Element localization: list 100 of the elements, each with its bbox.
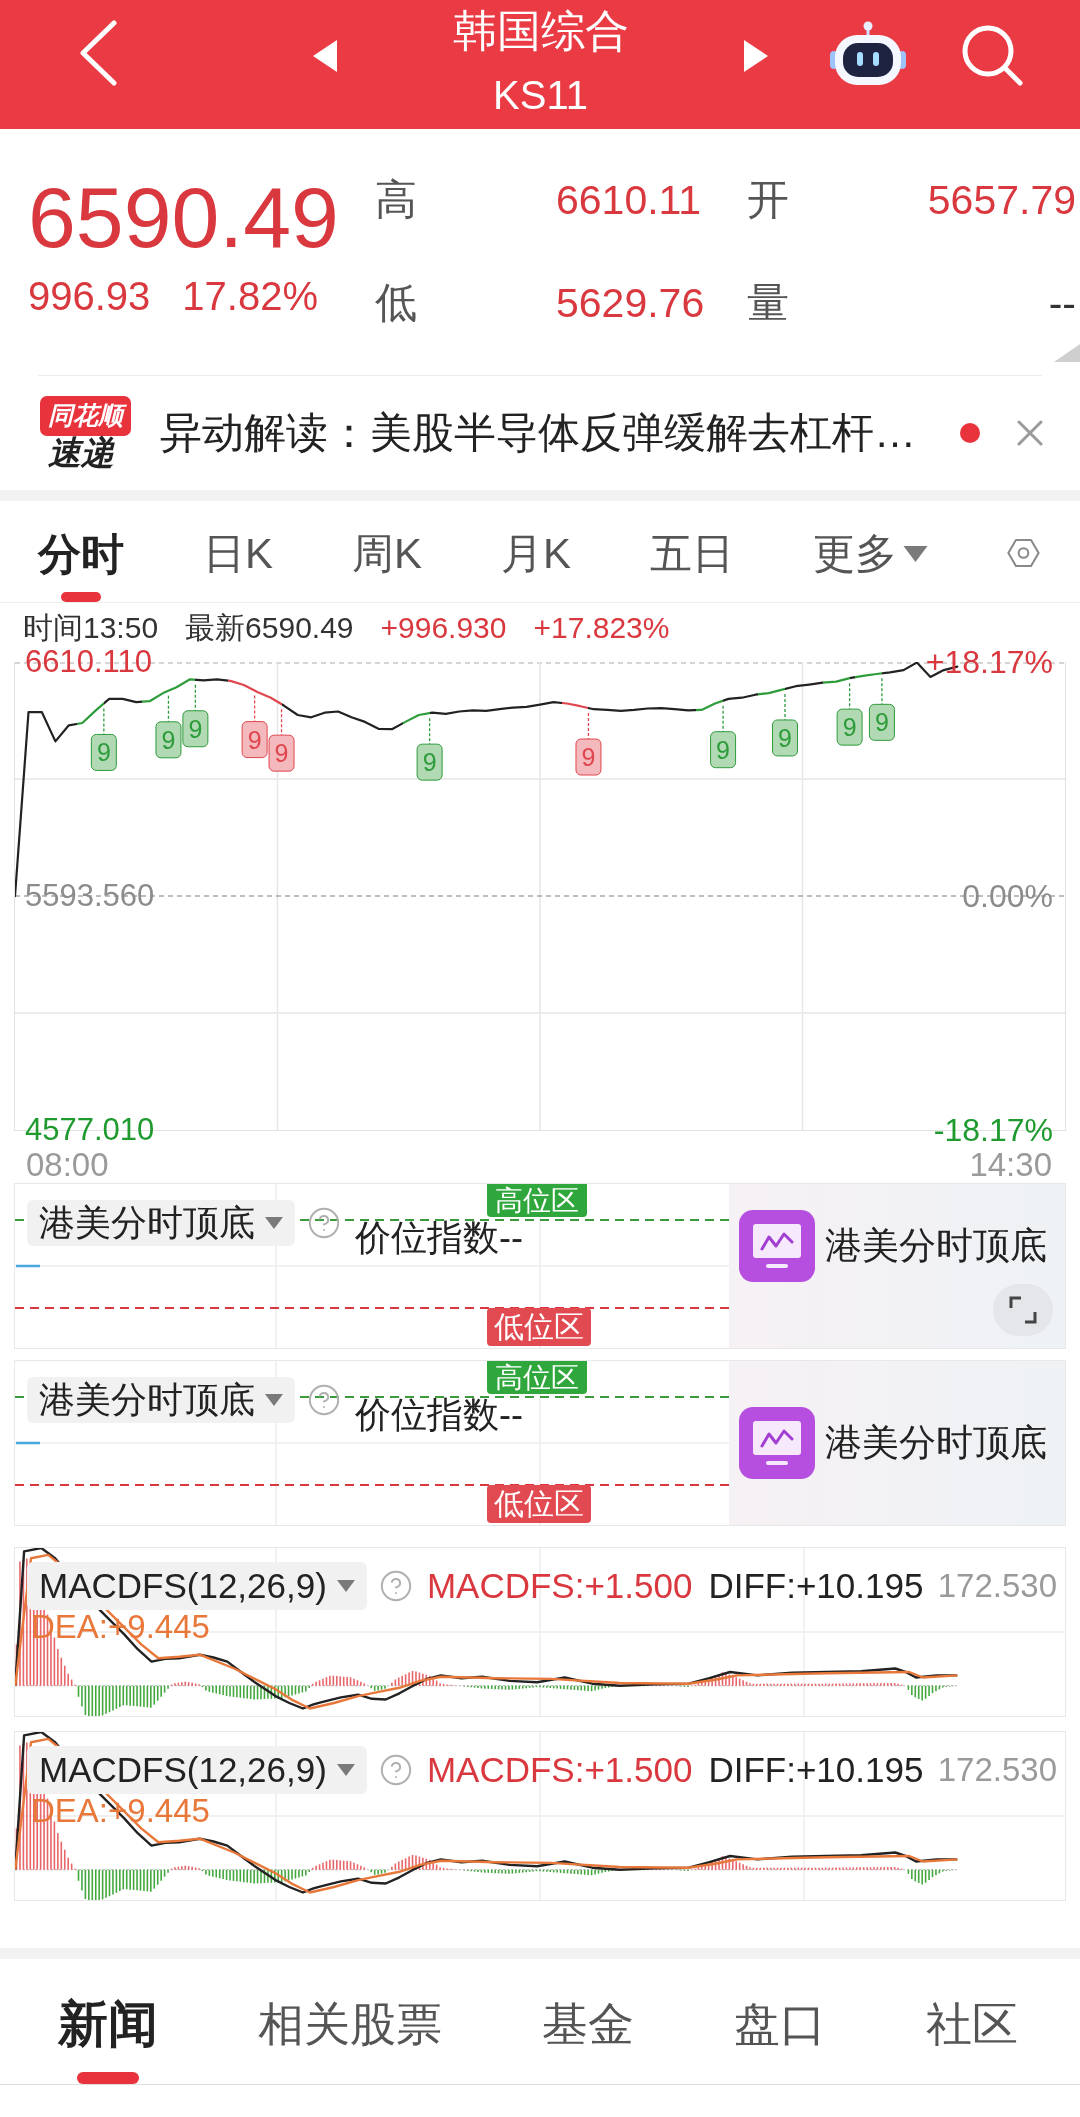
close-button[interactable] <box>1017 420 1043 446</box>
promo-title: 港美分时顶底 <box>825 1421 1047 1465</box>
quote-latest: 最新6590.49 <box>185 612 354 644</box>
annotation: 9 <box>842 713 857 742</box>
annotation: 9 <box>247 725 262 754</box>
signal-badge: 9 <box>90 733 117 771</box>
robot-icon[interactable] <box>830 21 906 87</box>
caret-icon <box>265 1394 283 1406</box>
section-tab[interactable]: 基金 <box>542 1959 634 2084</box>
stat-label: 开 <box>747 176 789 223</box>
price-axis-label: 4577.010 <box>25 1114 155 1146</box>
monitor-chart-icon <box>739 1407 815 1479</box>
high-zone-badge: 高位区 <box>487 1184 587 1217</box>
search-icon[interactable] <box>961 24 1023 86</box>
chart-tab[interactable]: 更多 <box>813 501 929 602</box>
macd-value: MACDFS:+1.500 <box>426 1750 693 1790</box>
annotation: 9 <box>161 725 176 754</box>
signal-badge: 9 <box>836 708 863 746</box>
indicator-line <box>16 1264 40 1268</box>
annotation: 9 <box>422 748 437 777</box>
section-tab[interactable]: 相关股票 <box>258 1959 442 2084</box>
high-zone-badge: 高位区 <box>487 1361 587 1394</box>
quote-change-percent: +17.823% <box>533 612 670 644</box>
time-axis-label: 14:30 <box>969 1149 1052 1181</box>
indicator-selector[interactable]: MACDFS(12,26,9) <box>27 1562 367 1610</box>
monitor-chart-icon <box>739 1210 815 1282</box>
back-icon <box>78 20 118 86</box>
chart-tab[interactable]: 五日 <box>650 501 735 602</box>
stat-value: 5657.79 <box>927 177 1076 223</box>
annotation: 9 <box>874 708 889 737</box>
low-zone-badge: 低位区 <box>487 1485 591 1523</box>
stat-value: -- <box>1048 280 1076 326</box>
expand-button[interactable] <box>993 1284 1053 1336</box>
percent-axis-label: 0.00% <box>962 880 1053 912</box>
indicator-line <box>16 1441 40 1445</box>
help-icon[interactable] <box>378 1569 413 1603</box>
news-headline[interactable]: 异动解读：美股半导体反弹缓解去杠杆… <box>160 408 916 458</box>
signal-badge: 9 <box>241 721 268 759</box>
last-price: 6590.49 <box>28 172 339 262</box>
close-icon <box>1017 420 1043 446</box>
quote-time: 时间13:50 <box>23 612 159 644</box>
signal-badge: 9 <box>772 719 798 757</box>
time-axis-label: 08:00 <box>26 1149 109 1181</box>
logo-subtitle: 速递 <box>48 436 114 470</box>
stat-value: 5629.76 <box>556 280 705 326</box>
indicator-reading: 价位指数-- <box>355 1218 523 1258</box>
right-triangle-icon[interactable] <box>744 40 768 72</box>
stat-label: 高 <box>375 176 417 223</box>
header-subtitle: KS11 <box>493 75 588 115</box>
annotation: 9 <box>188 714 203 743</box>
chart-tab[interactable]: 日K <box>203 501 273 602</box>
indicator-selector[interactable]: 港美分时顶底 <box>27 1200 295 1246</box>
chart-tab[interactable]: 月K <box>501 501 572 602</box>
quote-change: +996.930 <box>380 612 507 644</box>
annotation: 9 <box>96 738 111 767</box>
signal-badge: 9 <box>710 731 737 769</box>
section-tab[interactable]: 社区 <box>926 1959 1018 2084</box>
annotation: 9 <box>778 723 792 752</box>
annotation: 9 <box>581 743 596 772</box>
signal-badge: 9 <box>868 703 895 741</box>
corner-brackets-icon <box>1009 1296 1037 1324</box>
tab-underline <box>61 592 101 602</box>
annotation: 9 <box>716 735 731 764</box>
section-tab[interactable]: 新闻 <box>58 1959 158 2084</box>
leader-line <box>280 708 283 736</box>
stat-label: 量 <box>747 279 789 326</box>
promo-card[interactable]: 港美分时顶底 <box>729 1361 1065 1525</box>
left-triangle-icon[interactable] <box>313 40 337 72</box>
logo-badge: 同花顺 <box>40 396 131 436</box>
help-icon[interactable] <box>307 1206 341 1240</box>
change-percent: 17.82% <box>182 274 318 318</box>
price-change: 996.93 <box>28 274 151 318</box>
signal-badge: 9 <box>575 738 602 776</box>
promo-card[interactable]: 港美分时顶底 <box>729 1184 1065 1348</box>
indicator-selector[interactable]: MACDFS(12,26,9) <box>27 1746 367 1794</box>
percent-axis-label: -18.17% <box>933 1114 1053 1146</box>
signal-badge: 9 <box>268 734 295 772</box>
chart-tab[interactable]: 周K <box>352 501 423 602</box>
caret-icon <box>336 1580 355 1592</box>
percent-axis-label: +18.17% <box>925 646 1053 678</box>
help-icon[interactable] <box>307 1383 341 1417</box>
price-axis-label: 5593.560 <box>25 880 155 912</box>
axis-max-label: 172.530 <box>937 1566 1057 1606</box>
low-zone-badge: 低位区 <box>487 1308 591 1346</box>
price-axis-label: 6610.110 <box>25 646 152 678</box>
diff-value: DIFF:+10.195 <box>708 1566 924 1606</box>
signal-badge: 9 <box>182 710 209 748</box>
leader-line <box>103 707 105 736</box>
caret-icon <box>336 1764 355 1776</box>
chart-tab[interactable]: 分时 <box>38 501 124 602</box>
diff-value: DIFF:+10.195 <box>708 1750 924 1790</box>
help-icon[interactable] <box>378 1753 413 1787</box>
leader-line <box>881 677 883 705</box>
signal-badge: 9 <box>155 721 182 759</box>
section-tab[interactable]: 盘口 <box>734 1959 826 2084</box>
tab-underline <box>77 2072 139 2084</box>
annotation: 9 <box>274 739 289 768</box>
macd-value: MACDFS:+1.500 <box>426 1566 693 1606</box>
header-title: 韩国综合 <box>452 6 629 56</box>
indicator-selector[interactable]: 港美分时顶底 <box>27 1377 295 1423</box>
